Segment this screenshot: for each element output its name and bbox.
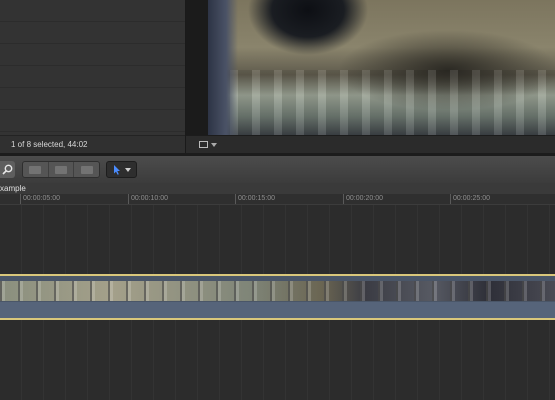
timeline-toolbar [0,156,555,184]
selection-status: 1 of 8 selected, 44:02 [0,135,185,153]
zoom-button[interactable] [0,161,15,178]
tool-select-button[interactable] [106,161,137,178]
insert-clip-button[interactable] [49,162,75,177]
viewer [186,0,555,153]
event-browser[interactable]: 1 of 8 selected, 44:02 [0,0,186,153]
video-clip[interactable] [0,274,555,320]
connect-clip-icon [29,165,42,174]
timeline-area[interactable] [0,205,555,400]
ruler-timecode: 00:00:10:00 [131,195,168,202]
crop-menu-button[interactable] [196,138,220,151]
ruler-timecode: 00:00:20:00 [346,195,383,202]
insert-clip-icon [55,165,67,174]
project-name: xample [0,184,26,193]
edit-buttons-group [22,161,100,178]
clip-filmstrip [0,281,555,301]
viewer-controls [186,135,555,153]
ruler-timecode: 00:00:15:00 [238,195,275,202]
chevron-down-icon [211,142,217,147]
video-preview [208,0,555,136]
ruler-timecode: 00:00:25:00 [453,195,490,202]
ruler-timecode: 00:00:05:00 [23,195,60,202]
clip-audio-area [0,302,555,318]
append-clip-icon [80,165,93,174]
crop-icon [199,141,208,148]
timeline-ruler[interactable]: 00:00:05:00 00:00:10:00 00:00:15:00 00:0… [0,194,555,205]
chevron-down-icon [124,167,131,172]
magnifier-icon [2,164,13,175]
append-clip-button[interactable] [74,162,99,177]
arrow-pointer-icon [113,164,120,175]
connect-clip-button[interactable] [23,162,49,177]
